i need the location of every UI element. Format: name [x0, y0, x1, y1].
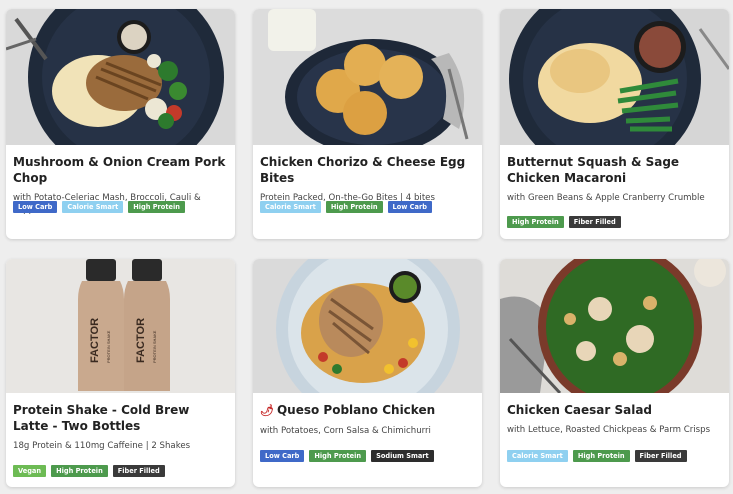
meal-card-egg-bites[interactable]: Chicken Chorizo & Cheese Egg Bites Prote…	[253, 9, 482, 239]
meal-photo	[500, 259, 729, 393]
meal-subtitle: with Potatoes, Corn Salsa & Chimichurri	[260, 426, 431, 436]
tag-list: Low Carb High Protein Sodium Smart	[260, 450, 434, 462]
tag-high-protein: High Protein	[325, 201, 383, 213]
meal-photo	[6, 9, 235, 145]
tag-high-protein: High Protein	[507, 216, 564, 228]
tag-low-carb: Low Carb	[13, 201, 58, 213]
tag-fiber-filled: Fiber Filled	[634, 450, 687, 462]
meal-photo	[500, 9, 729, 145]
meal-title[interactable]: Chicken Chorizo & Cheese Egg Bites	[260, 154, 474, 186]
meal-card-macaroni[interactable]: Butternut Squash & Sage Chicken Macaroni…	[500, 9, 729, 239]
tag-calorie-smart: Calorie Smart	[507, 450, 568, 462]
meal-photo	[253, 259, 482, 393]
tag-list: Calorie Smart High Protein Fiber Filled	[507, 450, 687, 462]
tag-sodium-smart: Sodium Smart	[371, 450, 434, 462]
tag-low-carb: Low Carb	[387, 201, 432, 213]
tag-list: Low Carb Calorie Smart High Protein	[13, 201, 185, 213]
tag-fiber-filled: Fiber Filled	[568, 216, 621, 228]
tag-high-protein: High Protein	[309, 450, 367, 462]
chili-pepper-icon: 🌶	[260, 404, 274, 417]
tag-list: Calorie Smart High Protein Low Carb	[260, 201, 432, 213]
bottle-product-text: PROTEIN SHAKE	[152, 330, 157, 363]
tag-low-carb: Low Carb	[260, 450, 305, 462]
bottle-product-text: PROTEIN SHAKE	[106, 330, 111, 363]
tag-high-protein: High Protein	[572, 450, 630, 462]
meal-card-protein-shake[interactable]: FACTOR FACTOR PROTEIN SHAKE PROTEIN SHAK…	[6, 259, 235, 487]
tag-calorie-smart: Calorie Smart	[260, 201, 321, 213]
meal-card-pork-chop[interactable]: Mushroom & Onion Cream Pork Chop with Po…	[6, 9, 235, 239]
tag-list: Vegan High Protein Fiber Filled	[13, 465, 165, 477]
meal-title[interactable]: Chicken Caesar Salad	[507, 402, 721, 418]
tag-fiber-filled: Fiber Filled	[112, 465, 165, 477]
meal-card-queso-poblano[interactable]: 🌶 Queso Poblano Chicken with Potatoes, Co…	[253, 259, 482, 487]
tag-calorie-smart: Calorie Smart	[62, 201, 124, 213]
meal-subtitle: with Green Beans & Apple Cranberry Crumb…	[507, 193, 705, 203]
meal-title[interactable]: Butternut Squash & Sage Chicken Macaroni	[507, 154, 721, 186]
bottle-brand-text: FACTOR	[135, 318, 147, 363]
meal-photo	[253, 9, 482, 145]
meal-title[interactable]: Protein Shake - Cold Brew Latte - Two Bo…	[13, 402, 227, 434]
meal-title-text: Queso Poblano Chicken	[276, 403, 436, 417]
tag-high-protein: High Protein	[128, 201, 185, 213]
meal-card-caesar-salad[interactable]: Chicken Caesar Salad with Lettuce, Roast…	[500, 259, 729, 487]
bottle-brand-text: FACTOR	[89, 318, 101, 363]
meal-title[interactable]: 🌶 Queso Poblano Chicken	[260, 402, 474, 419]
meal-photo: FACTOR FACTOR PROTEIN SHAKE PROTEIN SHAK…	[6, 259, 235, 393]
meal-subtitle: with Lettuce, Roasted Chickpeas & Parm C…	[507, 425, 711, 435]
tag-high-protein: High Protein	[51, 465, 108, 477]
meal-title[interactable]: Mushroom & Onion Cream Pork Chop	[13, 154, 227, 186]
tag-vegan: Vegan	[13, 465, 47, 477]
tag-list: High Protein Fiber Filled	[507, 216, 621, 228]
meal-subtitle: 18g Protein & 110mg Caffeine | 2 Shakes	[13, 441, 191, 451]
